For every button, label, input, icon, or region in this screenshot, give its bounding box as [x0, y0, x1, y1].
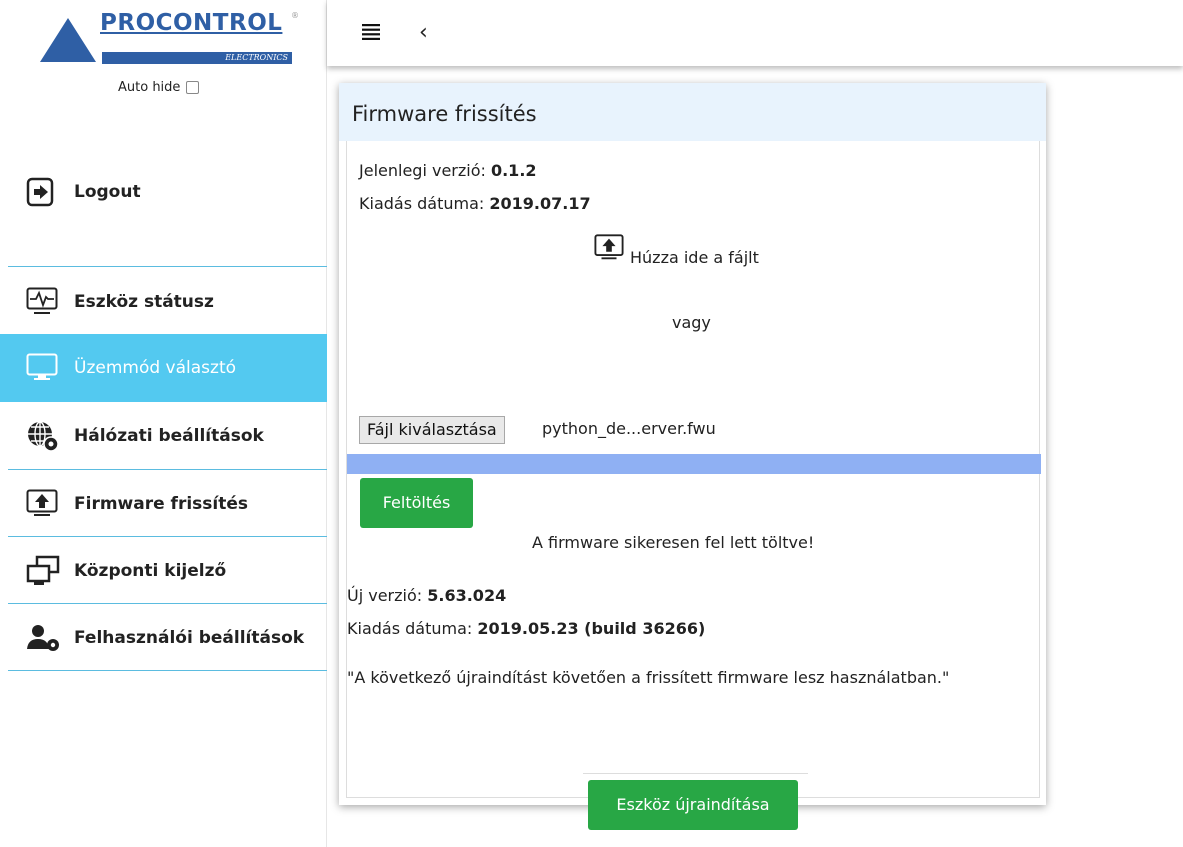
dual-monitor-icon: [26, 555, 64, 587]
auto-hide-label: Auto hide: [118, 80, 181, 95]
success-message: A firmware sikeresen fel lett töltve!: [532, 533, 815, 552]
new-release-date: Kiadás dátuma: 2019.05.23 (build 36266): [347, 619, 705, 638]
card-body: Jelenlegi verzió: 0.1.2 Kiadás dátuma: 2…: [346, 141, 1041, 830]
restart-device-button[interactable]: Eszköz újraindítása: [588, 780, 798, 830]
upload-button[interactable]: Feltöltés: [360, 478, 473, 528]
file-name: python_de...erver.fwu: [542, 419, 716, 438]
sidebar-item-label: Központi kijelző: [74, 560, 227, 581]
release-date-value: 2019.07.17: [489, 194, 591, 213]
hamburger-icon[interactable]: [362, 24, 380, 44]
new-version-label: Új verzió:: [347, 586, 428, 605]
current-version: Jelenlegi verzió: 0.1.2: [359, 161, 537, 180]
logo-registered: ®: [291, 11, 299, 20]
drop-zone[interactable]: Húzza ide a fájlt: [594, 233, 759, 267]
sidebar-item-logout[interactable]: Logout: [0, 158, 327, 225]
sidebar-item-firmware-update[interactable]: Firmware frissítés: [0, 470, 327, 537]
globe-gear-icon: [26, 420, 64, 452]
firmware-card: Firmware frissítés Jelenlegi verzió: 0.1…: [339, 83, 1046, 830]
restart-notice: "A következő újraindítást követően a fri…: [347, 668, 950, 687]
sidebar-item-user-settings[interactable]: Felhasználói beállítások: [0, 604, 327, 671]
drop-text: Húzza ide a fájlt: [630, 248, 759, 267]
monitor-pulse-icon: [26, 287, 64, 317]
logo-triangle-icon: [40, 18, 96, 62]
monitor-icon: [26, 353, 64, 383]
sidebar-divider: [8, 670, 327, 671]
new-release-date-value: 2019.05.23 (build 36266): [477, 619, 706, 638]
logo-subtitle: ELECTRONICS: [102, 52, 292, 64]
sidebar-item-central-display[interactable]: Központi kijelző: [0, 537, 327, 604]
auto-hide: Auto hide: [118, 80, 200, 95]
sidebar-item-label: Firmware frissítés: [74, 493, 248, 514]
file-select-button[interactable]: Fájl kiválasztása: [359, 416, 505, 444]
release-date: Kiadás dátuma: 2019.07.17: [359, 194, 591, 213]
sidebar-item-label: Logout: [74, 181, 141, 202]
sidebar-item-label: Felhasználói beállítások: [74, 627, 305, 648]
monitor-upload-icon: [26, 489, 64, 519]
logout-icon: [26, 177, 64, 207]
new-version: Új verzió: 5.63.024: [347, 586, 506, 605]
auto-hide-checkbox[interactable]: [186, 81, 200, 94]
sidebar-item-label: Üzemmód választó: [74, 358, 237, 378]
sidebar-divider: [8, 266, 327, 267]
sidebar-item-network-settings[interactable]: Hálózati beállítások: [0, 402, 327, 469]
user-gear-icon: [26, 623, 64, 653]
release-date-label: Kiadás dátuma:: [359, 194, 490, 213]
card-title: Firmware frissítés: [339, 83, 1046, 141]
new-release-date-label: Kiadás dátuma:: [347, 619, 478, 638]
procontrol-logo: PROCONTROL ® ELECTRONICS: [38, 8, 300, 68]
logo-text: PROCONTROL: [100, 10, 283, 36]
new-version-value: 5.63.024: [427, 586, 507, 605]
sidebar-item-label: Hálózati beállítások: [74, 425, 264, 446]
current-version-label: Jelenlegi verzió:: [359, 161, 491, 180]
sidebar-item-label: Eszköz státusz: [74, 291, 214, 312]
divider: [583, 773, 808, 774]
topbar: ‹: [327, 0, 1183, 66]
sidebar-item-mode-selector[interactable]: Üzemmód választó: [0, 334, 327, 402]
chevron-left-icon[interactable]: ‹: [419, 20, 428, 45]
current-version-value: 0.1.2: [490, 161, 537, 180]
monitor-upload-icon: [594, 233, 624, 267]
sidebar: PROCONTROL ® ELECTRONICS Auto hide Logou…: [0, 0, 327, 847]
or-text: vagy: [672, 313, 711, 332]
sidebar-item-device-status[interactable]: Eszköz státusz: [0, 268, 327, 335]
upload-progress-bar: [347, 454, 1041, 474]
